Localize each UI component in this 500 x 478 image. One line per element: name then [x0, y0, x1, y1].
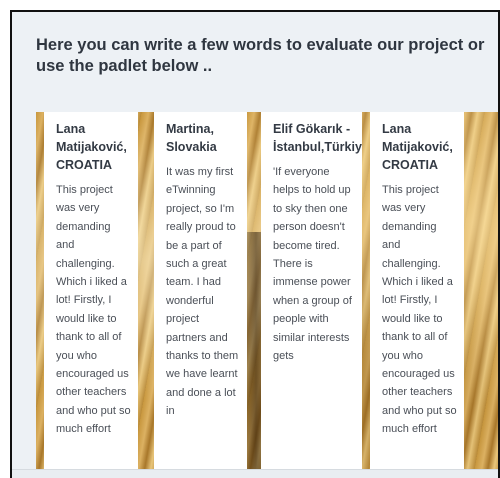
post-text: This project was very demanding and chal…: [56, 184, 131, 436]
post-text: 'If everyone helps to hold up to sky the…: [273, 166, 352, 363]
padlet-post-2[interactable]: Martina, Slovakia It was my first eTwinn…: [154, 112, 247, 478]
post-author: Elif Gökarık - İstanbul,Türkiye: [273, 122, 362, 154]
horizontal-scrollbar[interactable]: [12, 469, 498, 478]
post-author: Lana Matijaković, CROATIA: [382, 122, 453, 172]
post-text: This project was very demanding and chal…: [382, 184, 457, 436]
post-author: Martina, Slovakia: [166, 122, 217, 154]
post-text: It was my first eTwinning project, so I'…: [166, 166, 239, 418]
section-heading: Here you can write a few words to evalua…: [36, 36, 485, 75]
post-author: Lana Matijaković, CROATIA: [56, 122, 127, 172]
padlet-board[interactable]: Lana Matijaković, CROATIA This project w…: [36, 112, 498, 478]
padlet-post-3[interactable]: Elif Gökarık - İstanbul,Türkiye 'If ever…: [261, 112, 362, 478]
padlet-post-1[interactable]: Lana Matijaković, CROATIA This project w…: [44, 112, 138, 478]
padlet-post-4[interactable]: Lana Matijaković, CROATIA This project w…: [370, 112, 464, 478]
content-frame: Here you can write a few words to evalua…: [10, 10, 500, 478]
